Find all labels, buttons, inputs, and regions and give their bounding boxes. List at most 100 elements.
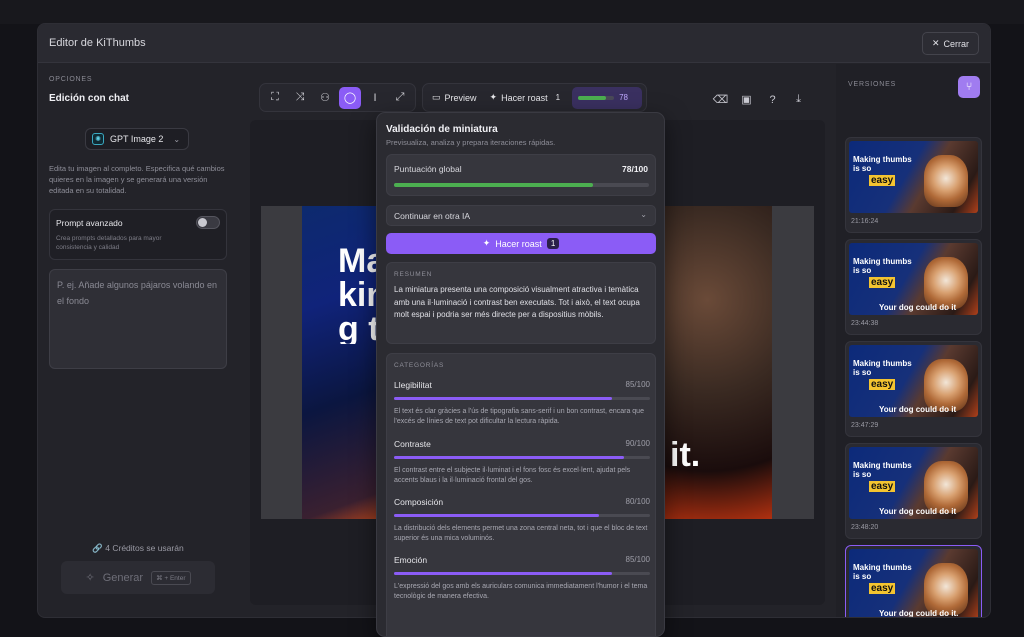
preview-group: ▭ Preview ✦ Hacer roast 1 78 [422,83,648,112]
version-time: 23:48:20 [851,524,879,531]
text-cursor-icon: I [373,91,377,104]
link-icon: 🔗 [92,543,103,553]
category-description: El text és clar gràcies a l'ús de tipogr… [394,408,644,425]
categories-card: CATEGORÍAS Llegibilitat 85/100 El text és … [386,353,656,636]
category-score-bar [394,397,650,400]
categories-header: CATEGORÍAS [394,362,445,369]
continue-other-ai-select[interactable]: Continuar en otra IA ⌄ [386,205,656,226]
category-score: 85/100 [625,555,650,564]
options-panel: OPCIONES Edición con chat ✺ GPT Image 2 … [38,64,238,617]
category-description: El contrast entre el subjecte il·luminat… [394,467,631,484]
version-card[interactable]: Making thumbs is so easy 21:16:24 [845,137,982,233]
version-text-tagline: Your dog could do it [879,303,957,312]
thumbnail-text-right: it. [670,436,701,474]
expand-tool-button[interactable]: ⤢ [389,87,411,109]
version-text-tagline: Your dog could do it [879,507,957,516]
category-score-bar [394,456,650,459]
category-score-bar [394,572,650,575]
version-card[interactable]: Making thumbs is so easy Your dog could do… [845,545,982,618]
category-score: 85/100 [625,380,650,389]
roast-button-count: 1 [546,238,560,249]
select-tool-button[interactable]: ⛶ [264,87,286,109]
shuffle-icon: ⤨ [295,91,305,103]
close-button[interactable]: ✕ Cerrar [922,32,979,55]
generate-label: Generar [102,571,144,584]
version-text-title: Making thumbs is so [853,563,912,581]
version-thumbnail: Making thumbs is so easy Your dog could do… [849,243,978,315]
validation-subtitle: Previsualiza, analiza y prepara iteracio… [386,138,556,147]
category-name: Emoción [394,555,428,565]
category-score-bar-fill [394,572,612,575]
category-score-bar [394,514,650,517]
layout-icon: ▭ [432,92,441,102]
versions-label: VERSIONES [848,81,897,88]
version-thumbnail: Making thumbs is so easy Your dog could do… [849,447,978,519]
version-card[interactable]: Making thumbs is so easy Your dog could do… [845,443,982,539]
summary-card: RESUMEN La miniatura presenta una compos… [386,262,656,344]
preview-button[interactable]: ▭ Preview [427,92,482,103]
chevron-down-icon: ⌄ [173,134,181,144]
score-bar [578,95,615,100]
branch-button[interactable]: ⑂ [958,76,980,98]
category-description: La distribució dels elements permet una … [394,525,648,542]
advanced-prompt-toggle[interactable] [196,216,220,229]
validation-panel: Validación de miniatura Previsualiza, an… [376,112,665,637]
version-text-title: Making thumbs is so [853,257,912,275]
backdrop [0,0,1024,24]
roast-toolbar-label: Hacer roast [501,92,548,103]
edit-mode-title: Edición con chat [49,93,130,104]
version-text-highlight: easy [869,379,896,390]
version-text-title: Making thumbs is so [853,461,912,479]
download-icon: ⤓ [796,93,801,105]
advanced-prompt-card: Prompt avanzado Crea prompts detallados … [49,209,227,260]
version-card[interactable]: Making thumbs is so easy Your dog could do… [845,341,982,437]
generate-button[interactable]: ✧ Generar ⌘ + Enter [61,561,215,594]
model-selector[interactable]: ✺ GPT Image 2 ⌄ [85,128,189,150]
people-icon: ⚇ [320,92,330,104]
score-value: 78 [619,93,628,102]
download-button[interactable]: ⤓ [790,91,807,108]
shuffle-tool-button[interactable]: ⤨ [289,87,311,109]
global-score-card: Puntuación global 78/100 [386,154,656,196]
eraser-button[interactable]: ⌫ [712,91,729,108]
version-time: 23:47:29 [851,422,879,429]
roast-toolbar-button[interactable]: ✦ Hacer roast 1 [485,92,570,103]
version-time: 21:16:24 [851,218,879,225]
magic-wand-icon: ✧ [85,572,95,584]
category-score-bar-fill [394,397,612,400]
category-score-bar-fill [394,514,599,517]
advanced-prompt-title: Prompt avanzado [56,218,123,228]
version-text-highlight: easy [869,277,896,288]
people-tool-button[interactable]: ⚇ [314,87,336,109]
close-button-label: Cerrar [943,38,970,49]
version-card[interactable]: Making thumbs is so easy Your dog could do… [845,239,982,335]
version-text-tagline: Your dog could do it [879,405,957,414]
category-name: Llegibilitat [394,380,432,390]
category-score-bar-fill [394,456,625,459]
dog-image [924,359,968,411]
version-time: 23:44:38 [851,320,879,327]
help-button[interactable]: ? [764,91,781,108]
version-text-highlight: easy [869,583,896,594]
continue-other-ai-label: Continuar en otra IA [394,211,471,221]
prompt-input[interactable]: P. ej. Añade algunos pájaros volando en … [49,269,227,369]
save-button[interactable]: ▣ [738,91,755,108]
version-text-title: Making thumbs is so [853,359,912,377]
dog-image [924,563,968,615]
roast-count-badge: 1 [555,93,561,102]
version-text-highlight: easy [869,175,896,186]
expand-icon: ⤢ [395,91,405,103]
modal-header: Editor de KiThumbs ✕ Cerrar [38,24,990,63]
branch-icon: ⑂ [965,81,973,93]
chat-tool-button[interactable]: ◯ [339,86,361,109]
roast-button[interactable]: ✦ Hacer roast 1 [386,233,656,254]
version-text-tagline: Your dog could do it. [879,609,959,618]
score-indicator[interactable]: 78 [572,86,643,109]
summary-header: RESUMEN [394,271,433,278]
close-icon: ✕ [931,38,940,48]
text-tool-button[interactable]: I [364,87,386,109]
model-name: GPT Image 2 [110,134,164,144]
generate-shortcut: ⌘ + Enter [151,570,191,585]
version-thumbnail: Making thumbs is so easy [849,141,978,213]
roast-button-label: Hacer roast [495,238,542,249]
